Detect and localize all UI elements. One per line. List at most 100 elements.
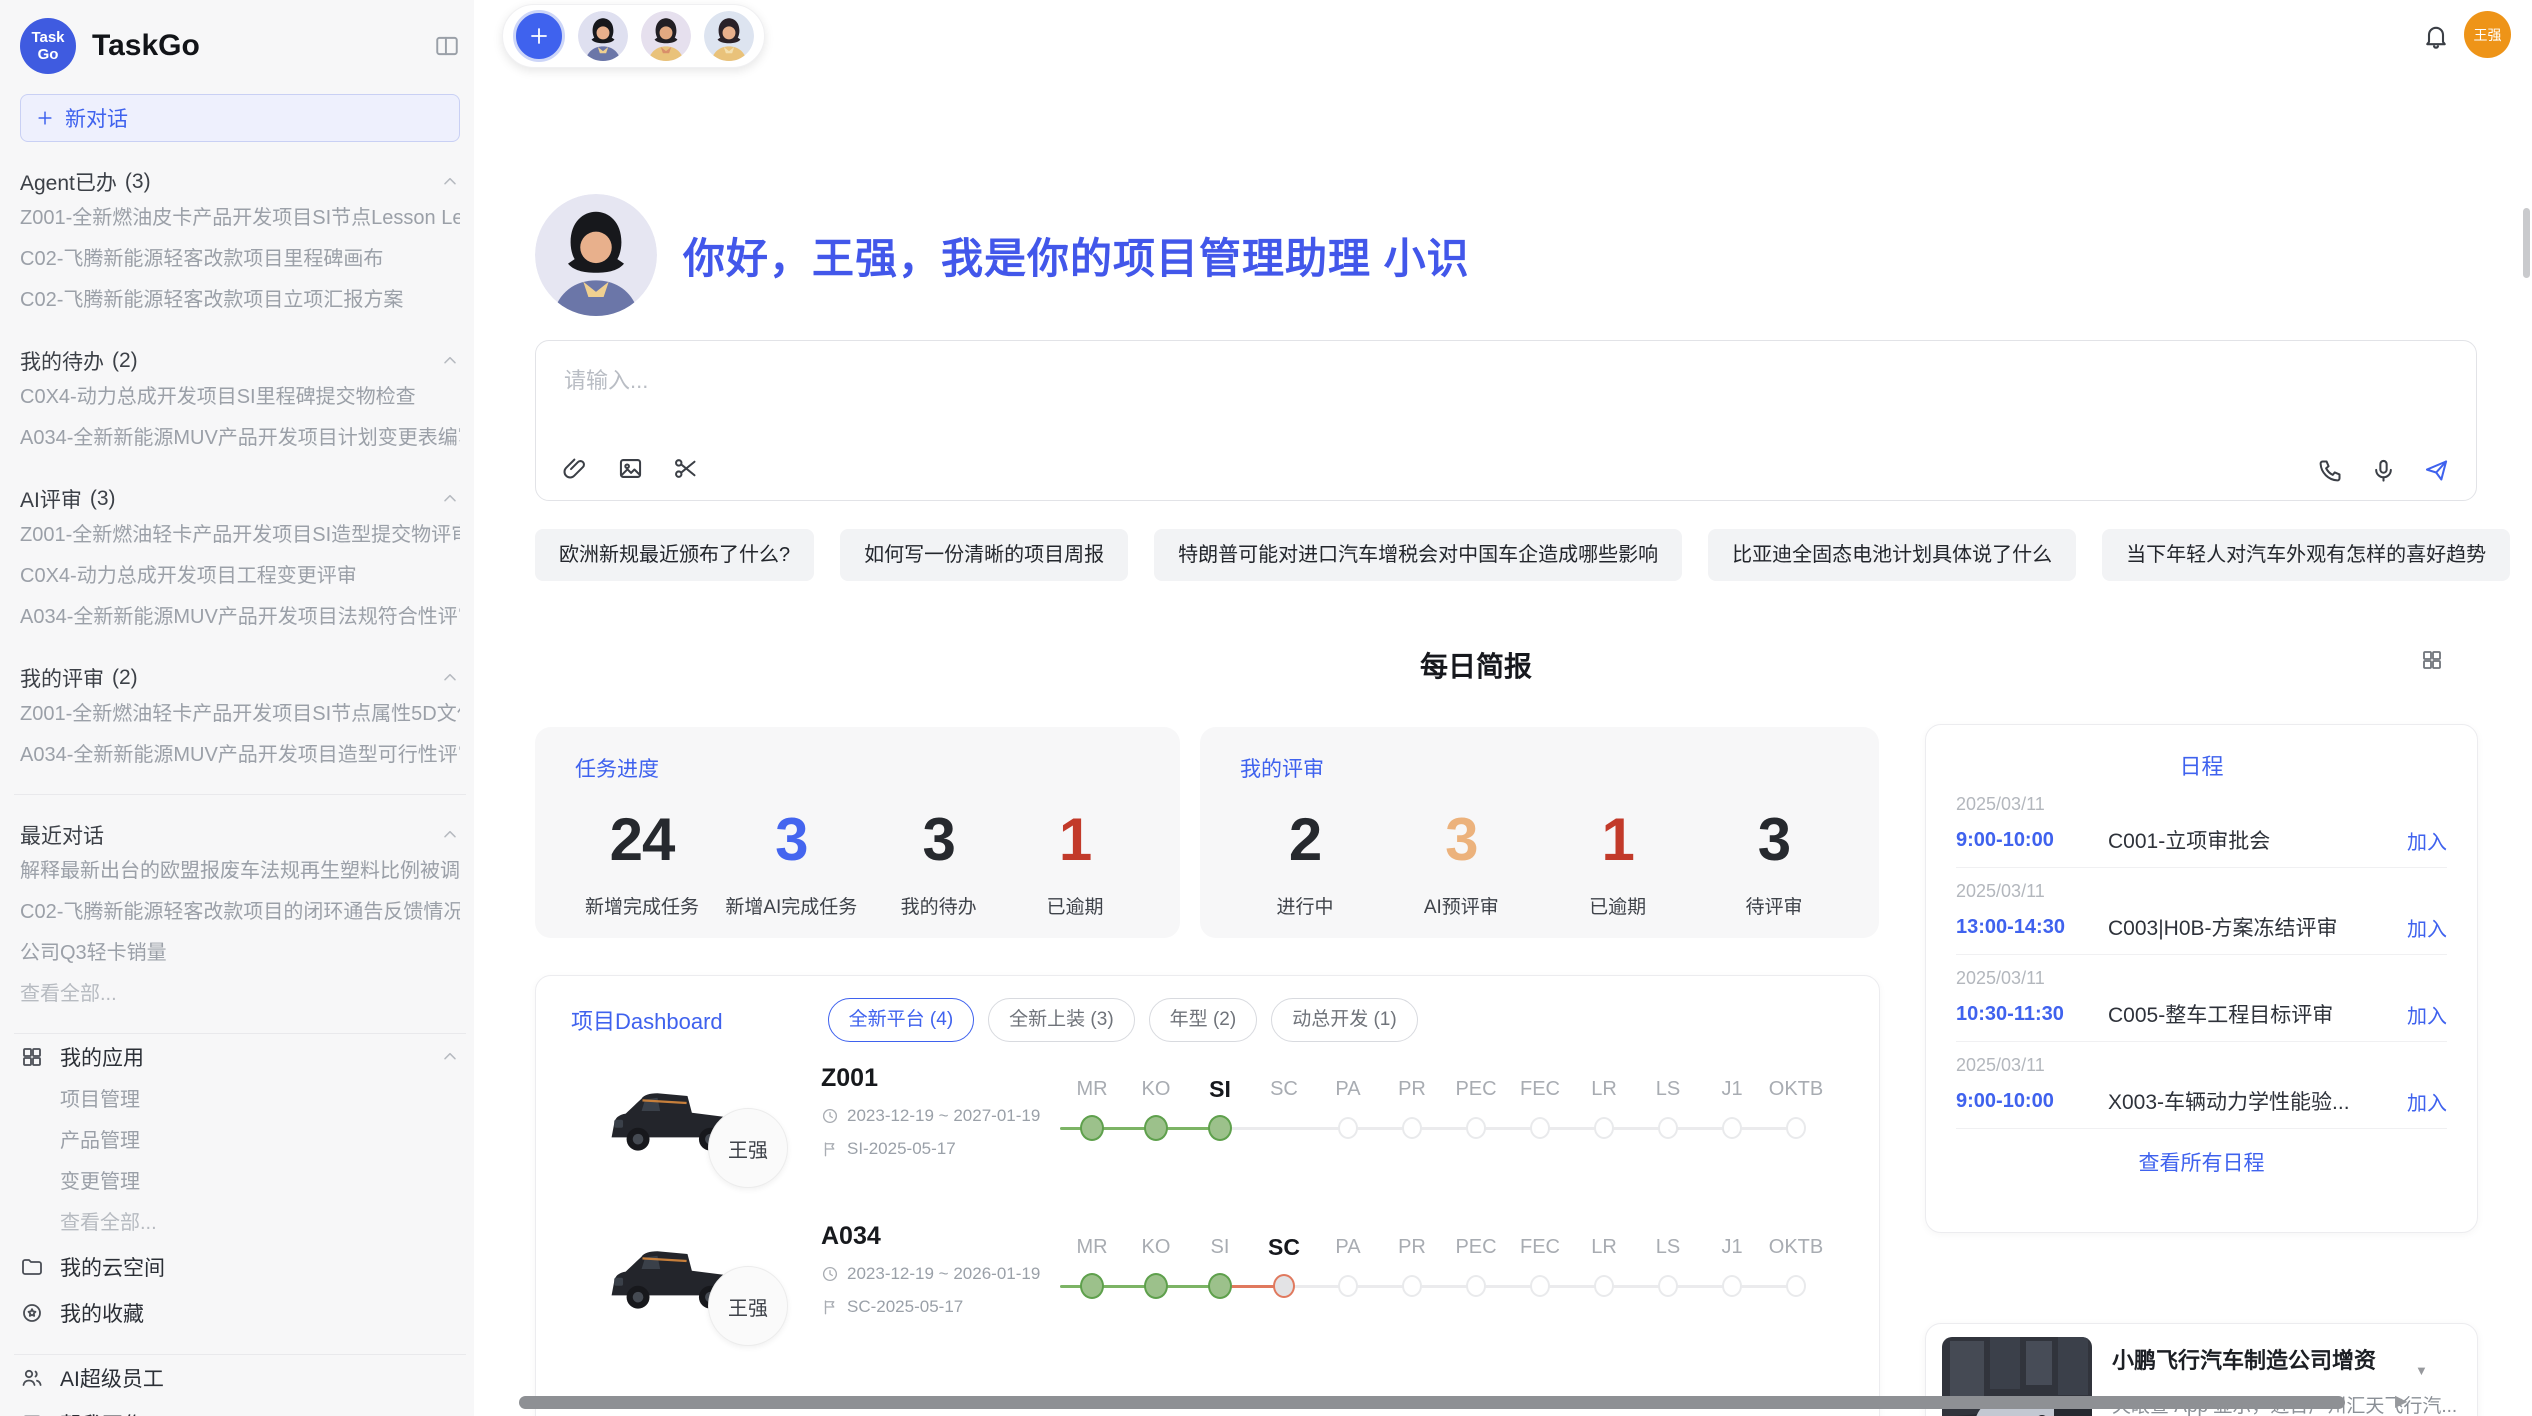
- mic-icon[interactable]: [2370, 457, 2397, 484]
- schedule-item: 2025/03/119:00-10:00C001-立项审批会加入: [1956, 781, 2447, 868]
- image-icon[interactable]: [617, 455, 644, 482]
- sidebar-task-item[interactable]: C0X4-动力总成开发项目工程变更评审: [20, 556, 460, 597]
- send-icon[interactable]: [2423, 457, 2450, 484]
- new-agent-button[interactable]: [513, 10, 565, 62]
- layout-grid-icon[interactable]: [2420, 648, 2444, 672]
- scroll-right-arrow[interactable]: ▶: [2395, 1394, 2407, 1410]
- app-shortcut-item[interactable]: 项目管理: [20, 1080, 460, 1121]
- suggestion-chip[interactable]: 欧洲新规最近颁布了什么?: [535, 529, 814, 581]
- stat-label: 新增AI完成任务: [725, 892, 857, 919]
- sidebar-task-item[interactable]: A034-全新新能源MUV产品开发项目法规符合性评审: [20, 597, 460, 638]
- join-meeting-link[interactable]: 加入: [2407, 1000, 2447, 1029]
- view-all-apps-link[interactable]: 查看全部...: [20, 1203, 460, 1244]
- plus-icon: [527, 24, 551, 48]
- section-count: (2): [112, 666, 138, 690]
- chevron-up-icon[interactable]: [440, 489, 460, 509]
- join-meeting-link[interactable]: 加入: [2407, 826, 2447, 855]
- scissors-icon[interactable]: [672, 455, 699, 482]
- stat-item: 3待评审: [1719, 805, 1829, 919]
- suggestion-chip[interactable]: 如何写一份清晰的项目周报: [840, 529, 1128, 581]
- sidebar-task-item[interactable]: Z001-全新燃油轻卡产品开发项目SI节点属性5D文件评审: [20, 694, 460, 735]
- horizontal-scrollbar[interactable]: [519, 1396, 2345, 1409]
- sidebar-task-item[interactable]: C0X4-动力总成开发项目SI里程碑提交物检查: [20, 377, 460, 418]
- sidebar-item-my-apps[interactable]: 我的应用: [20, 1034, 460, 1080]
- recent-conversation-item[interactable]: C02-飞腾新能源轻客改款项目的闭环通告反馈情况: [20, 892, 460, 933]
- milestone-dot: [1722, 1117, 1742, 1139]
- agent-avatar-1[interactable]: [578, 11, 628, 61]
- tool-label: 帮我写作: [60, 1409, 144, 1416]
- view-all-schedule-link[interactable]: 查看所有日程: [1956, 1147, 2447, 1177]
- section-title: 最近对话: [20, 820, 104, 850]
- project-code: A034: [821, 1222, 1040, 1251]
- milestone-label: PEC: [1444, 1236, 1508, 1259]
- flag-icon: [821, 1298, 839, 1316]
- vertical-scrollbar[interactable]: [2523, 208, 2530, 278]
- milestone-label: SI: [1188, 1236, 1252, 1259]
- chat-input[interactable]: [562, 361, 2266, 435]
- stats-row: 任务进度24新增完成任务3新增AI完成任务3我的待办1已逾期我的评审2进行中3A…: [535, 727, 1879, 938]
- sidebar-collapse-icon[interactable]: [434, 33, 460, 59]
- project-row[interactable]: 王强Z0012023-12-19 ~ 2027-01-19SI-2025-05-…: [536, 1056, 1881, 1206]
- chevron-up-icon[interactable]: [440, 668, 460, 688]
- bell-icon[interactable]: [2422, 22, 2450, 50]
- milestone-label: KO: [1124, 1236, 1188, 1259]
- chevron-up-icon[interactable]: [440, 825, 460, 845]
- phone-icon[interactable]: [2317, 457, 2344, 484]
- sidebar-item-help-me-write[interactable]: 帮我写作: [20, 1401, 460, 1416]
- plus-icon: [35, 108, 55, 128]
- agent-avatar-2[interactable]: [641, 11, 691, 61]
- chevron-up-icon[interactable]: [440, 1047, 460, 1067]
- suggestion-chip[interactable]: 当下年轻人对汽车外观有怎样的喜好趋势: [2102, 529, 2510, 581]
- suggestion-chip[interactable]: 比亚迪全固态电池计划具体说了什么: [1708, 529, 2076, 581]
- chevron-up-icon[interactable]: [440, 351, 460, 371]
- stat-label: 已逾期: [1563, 892, 1673, 919]
- milestone-dot: [1273, 1274, 1295, 1298]
- sidebar-item-favorites[interactable]: 我的收藏: [20, 1290, 460, 1336]
- stat-item: 2进行中: [1250, 805, 1360, 919]
- recent-conversation-item[interactable]: 解释最新出台的欧盟报废车法规再生塑料比例被调至15%...: [20, 851, 460, 892]
- app-shortcut-item[interactable]: 产品管理: [20, 1121, 460, 1162]
- milestone-label: OKTB: [1764, 1236, 1828, 1259]
- stat-item: 3我的待办: [884, 805, 994, 919]
- agent-avatar-3[interactable]: [704, 11, 754, 61]
- join-meeting-link[interactable]: 加入: [2407, 913, 2447, 942]
- suggestion-chip[interactable]: 特朗普可能对进口汽车增税会对中国车企造成哪些影响: [1154, 529, 1682, 581]
- stat-label: AI预评审: [1406, 892, 1516, 919]
- sidebar-task-item[interactable]: C02-飞腾新能源轻客改款项目立项汇报方案: [20, 280, 460, 321]
- dashboard-tab[interactable]: 动总开发 (1): [1271, 998, 1418, 1042]
- recent-conversation-item[interactable]: 公司Q3轻卡销量: [20, 933, 460, 974]
- section-count: (3): [90, 487, 116, 511]
- stat-label: 进行中: [1250, 892, 1360, 919]
- sidebar-task-item[interactable]: Z001-全新燃油皮卡产品开发项目SI节点Lesson Learn报告: [20, 198, 460, 239]
- schedule-title: 日程: [1956, 749, 2447, 781]
- sidebar-item-ai-super-staff[interactable]: AI超级员工: [20, 1355, 460, 1401]
- recent-conversations-header: 最近对话: [20, 819, 460, 851]
- dashboard-tab[interactable]: 全新平台 (4): [828, 998, 975, 1042]
- my-review-card: 我的评审2进行中3AI预评审1已逾期3待评审: [1200, 727, 1879, 938]
- clock-icon: [821, 1107, 839, 1125]
- join-meeting-link[interactable]: 加入: [2407, 1087, 2447, 1116]
- milestone-label: PR: [1380, 1078, 1444, 1101]
- input-voice-send-tools: [2317, 457, 2450, 484]
- sidebar-item-cloud-space[interactable]: 我的云空间: [20, 1244, 460, 1290]
- chevron-up-icon[interactable]: [440, 172, 460, 192]
- taskgo-app: Task Go TaskGo 新对话 Agent已办(3)Z001-全新燃油皮卡…: [0, 0, 2532, 1416]
- new-chat-button[interactable]: 新对话: [20, 94, 460, 142]
- schedule-time: 9:00-10:00: [1956, 1090, 2108, 1113]
- greeting-text: 你好，王强，我是你的项目管理助理 小识: [683, 225, 1470, 286]
- scroll-down-arrow[interactable]: ▼: [2415, 1364, 2428, 1377]
- sidebar-task-item[interactable]: A034-全新新能源MUV产品开发项目计划变更表编写: [20, 418, 460, 459]
- sidebar-task-item[interactable]: C02-飞腾新能源轻客改款项目里程碑画布: [20, 239, 460, 280]
- project-row[interactable]: 王强A0342023-12-19 ~ 2026-01-19SC-2025-05-…: [536, 1214, 1881, 1364]
- paperclip-icon[interactable]: [562, 455, 589, 482]
- schedule-date: 2025/03/11: [1956, 1055, 2447, 1076]
- user-avatar[interactable]: 王强: [2464, 11, 2511, 58]
- milestone-dot: [1786, 1117, 1806, 1139]
- milestone-dot: [1080, 1273, 1104, 1299]
- sidebar-task-item[interactable]: Z001-全新燃油轻卡产品开发项目SI造型提交物评审: [20, 515, 460, 556]
- dashboard-tab[interactable]: 年型 (2): [1149, 998, 1258, 1042]
- sidebar-task-item[interactable]: A034-全新新能源MUV产品开发项目造型可行性评审: [20, 735, 460, 776]
- view-all-conversations-link[interactable]: 查看全部...: [20, 974, 460, 1015]
- dashboard-tab[interactable]: 全新上装 (3): [988, 998, 1135, 1042]
- app-shortcut-item[interactable]: 变更管理: [20, 1162, 460, 1203]
